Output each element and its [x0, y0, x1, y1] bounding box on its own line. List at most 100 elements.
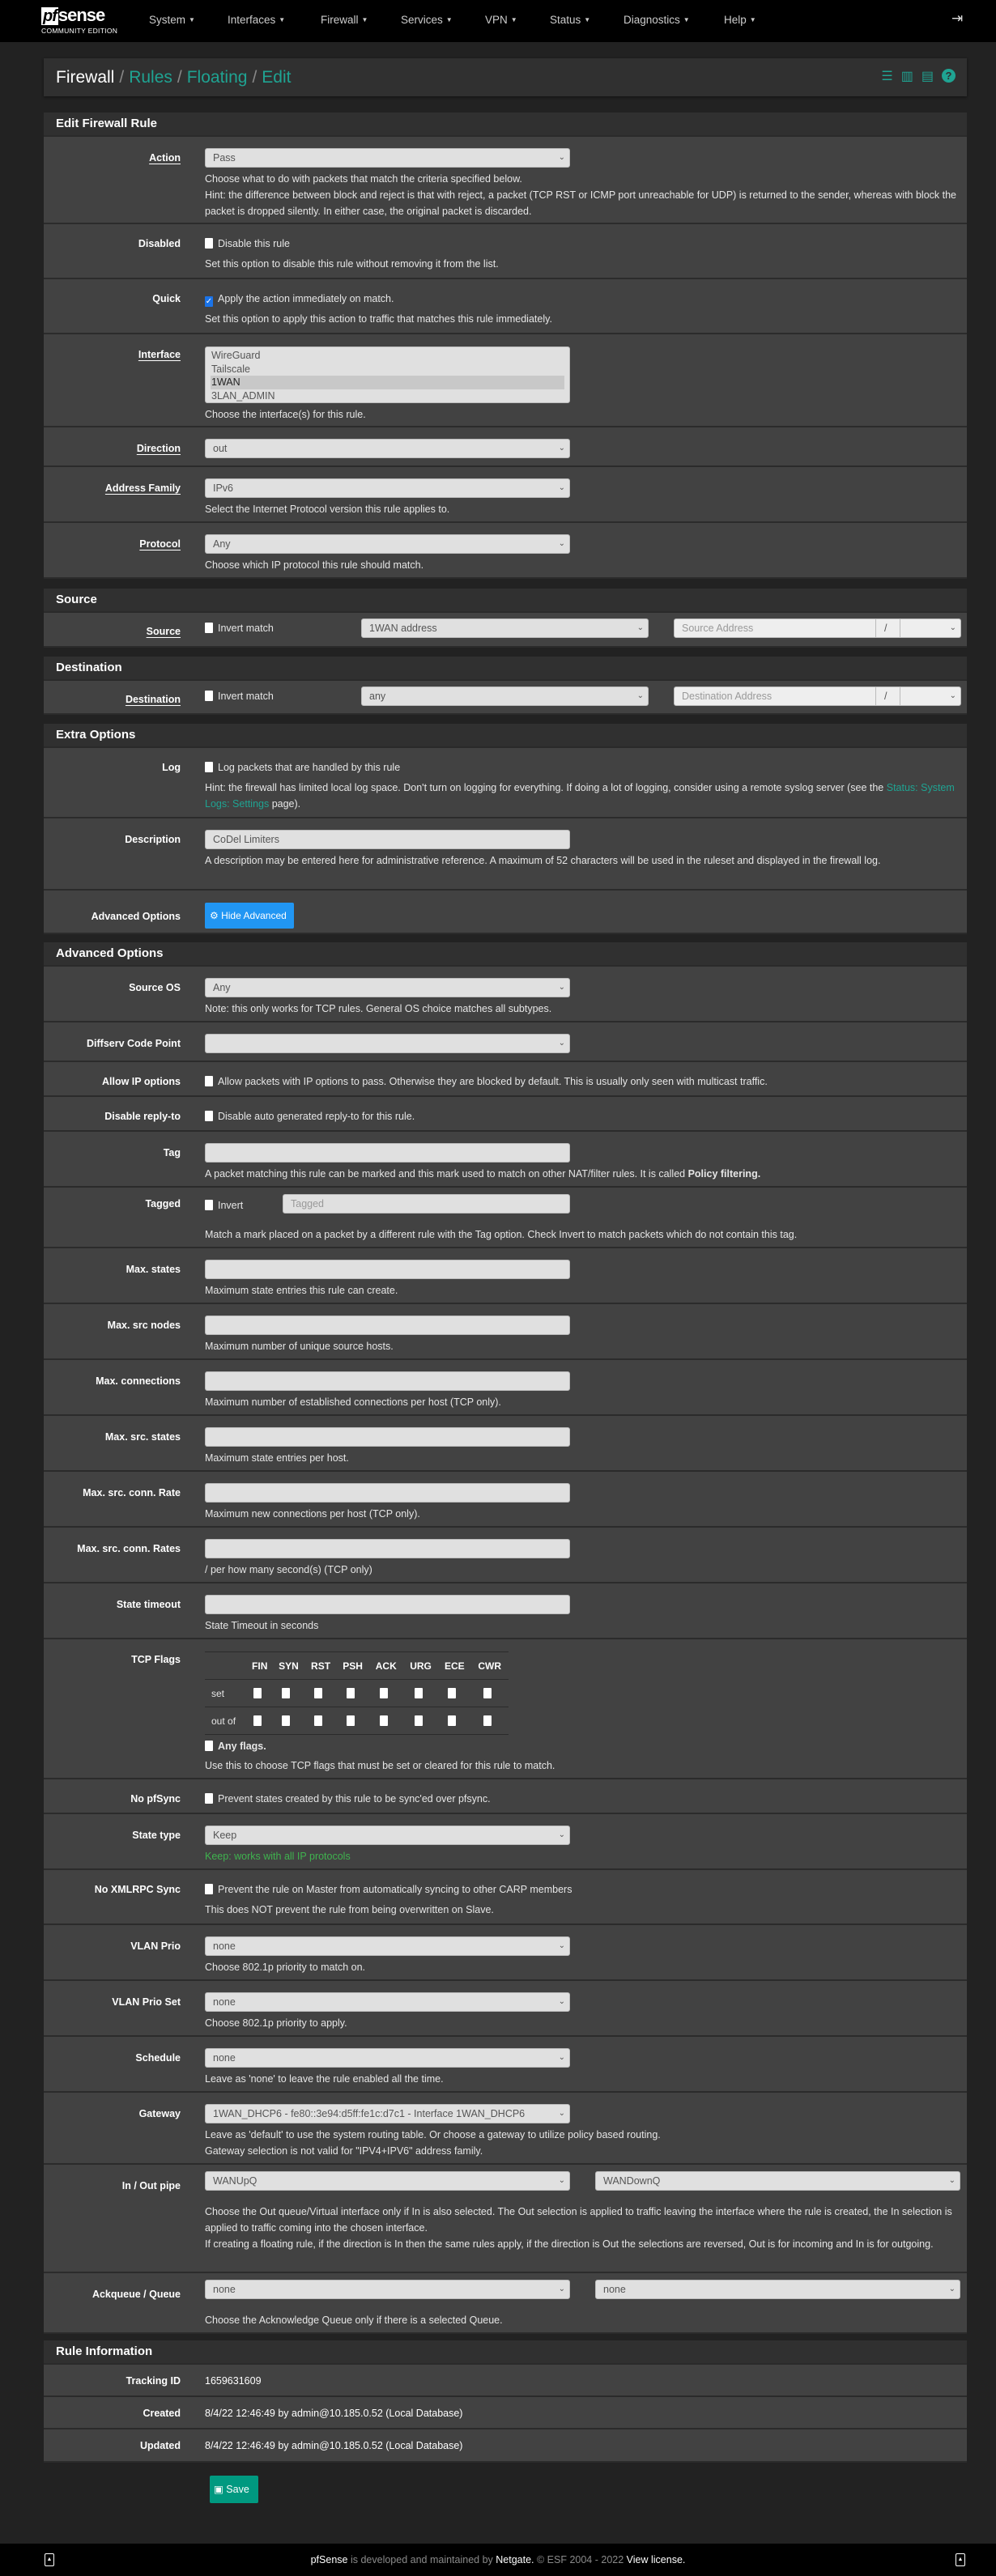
no-xmlrpc-sync-checkbox[interactable]	[205, 1884, 213, 1894]
disabled-checkbox[interactable]	[205, 238, 213, 249]
flag-syn-set-checkbox[interactable]	[282, 1687, 291, 1698]
nav-interfaces[interactable]: Interfaces ▼	[228, 12, 285, 28]
checkbox-line[interactable]: Prevent the rule on Master from automati…	[205, 1881, 960, 1898]
breadcrumb-edit[interactable]: Edit	[262, 68, 291, 87]
nav-vpn[interactable]: VPN ▼	[485, 12, 517, 28]
tag-input[interactable]	[205, 1143, 570, 1163]
any-flags-checkbox[interactable]	[205, 1741, 213, 1751]
direction-select[interactable]: out ⌄	[205, 439, 570, 458]
flag-ece-set-checkbox[interactable]	[448, 1687, 457, 1698]
hide-advanced-button[interactable]: ⚙ Hide Advanced	[205, 903, 294, 929]
pfsense-logo[interactable]: pfsense COMMUNITY EDITION	[41, 5, 126, 37]
nav-services[interactable]: Services ▼	[401, 12, 453, 28]
label-destination[interactable]: Destination	[44, 691, 181, 708]
checkbox-line[interactable]: Log packets that are handled by this rul…	[205, 759, 960, 776]
label-protocol[interactable]: Protocol	[44, 536, 181, 552]
allow-ip-options-checkbox[interactable]	[205, 1076, 213, 1086]
checkbox-line[interactable]: Disable auto generated reply-to for this…	[205, 1108, 960, 1124]
invert-match[interactable]: Invert match	[205, 620, 274, 636]
sliders-icon[interactable]: ☰	[881, 69, 892, 85]
disable-reply-to-checkbox[interactable]	[205, 1111, 213, 1121]
bar-chart-icon[interactable]: ▥	[901, 69, 913, 85]
source-type-select[interactable]: 1WAN address ⌄	[361, 618, 649, 638]
save-button[interactable]: ▣ Save	[210, 2476, 258, 2503]
invert-match-checkbox[interactable]	[205, 691, 213, 701]
max-connections-input[interactable]	[205, 1371, 570, 1391]
label-address-family[interactable]: Address Family	[44, 480, 181, 496]
checkbox-line[interactable]: Allow packets with IP options to pass. O…	[205, 1073, 960, 1090]
nav-firewall[interactable]: Firewall ▼	[321, 12, 368, 28]
checkbox-line[interactable]: ✓ Apply the action immediately on match.	[205, 291, 960, 307]
address-family-select[interactable]: IPv6 ⌄	[205, 478, 570, 498]
in-out-pipe-first-select[interactable]: WANUpQ ⌄	[205, 2171, 570, 2191]
no-pfsync-checkbox[interactable]	[205, 1793, 213, 1804]
flag-rst-set-checkbox[interactable]	[314, 1687, 323, 1698]
max-src-conn-rates-input[interactable]	[205, 1539, 570, 1558]
log-checkbox[interactable]	[205, 762, 213, 772]
flag-ack-out-of-checkbox[interactable]	[379, 1715, 388, 1726]
breadcrumb-rules[interactable]: Rules	[129, 68, 172, 87]
action-select[interactable]: Pass ⌄	[205, 148, 570, 168]
tagged-invert-checkbox[interactable]	[205, 1200, 213, 1210]
max-src-states-input[interactable]	[205, 1427, 570, 1447]
scroll-top-icon[interactable]: ▲	[956, 2553, 965, 2566]
ackqueue-queue-first-select[interactable]: none ⌄	[205, 2280, 570, 2299]
sign-out-icon[interactable]: ⇥	[951, 11, 963, 27]
description-input[interactable]: CoDel Limiters	[205, 830, 570, 849]
source-address-input[interactable]: Source Address	[674, 618, 876, 638]
flag-psh-set-checkbox[interactable]	[346, 1687, 355, 1698]
gateway-select[interactable]: 1WAN_DHCP6 - fe80::3e94:d5ff:fe1c:d7c1 -…	[205, 2104, 570, 2123]
label-interface[interactable]: Interface	[44, 346, 181, 363]
checkbox-line[interactable]: Disable this rule	[205, 236, 960, 252]
max-states-input[interactable]	[205, 1260, 570, 1279]
interface-option[interactable]: 3LAN_ADMIN	[211, 389, 564, 403]
state-timeout-input[interactable]	[205, 1595, 570, 1614]
nav-help[interactable]: Help ▼	[724, 12, 756, 28]
destination-mask-select[interactable]: ⌄	[900, 687, 961, 706]
flag-syn-out-of-checkbox[interactable]	[282, 1715, 291, 1726]
max-src-conn-rate-input[interactable]	[205, 1483, 570, 1503]
diffserv-code-point-select[interactable]: ⌄	[205, 1034, 570, 1053]
flag-fin-set-checkbox[interactable]	[253, 1687, 262, 1698]
label-action[interactable]: Action	[44, 150, 181, 166]
flag-psh-out-of-checkbox[interactable]	[346, 1715, 355, 1726]
tagged-input[interactable]: Tagged	[283, 1194, 570, 1214]
quick-checkbox[interactable]: ✓	[205, 296, 213, 307]
flag-urg-out-of-checkbox[interactable]	[414, 1715, 423, 1726]
footer-netgate-link[interactable]: Netgate.	[496, 2554, 534, 2565]
in-out-pipe-second-select[interactable]: WANDownQ ⌄	[595, 2171, 960, 2191]
vlan-prio-set-select[interactable]: none ⌄	[205, 1992, 570, 2012]
flag-ack-set-checkbox[interactable]	[379, 1687, 388, 1698]
tagged-invert[interactable]: Invert	[205, 1197, 243, 1214]
nav-diagnostics[interactable]: Diagnostics ▼	[624, 12, 690, 28]
flag-ece-out-of-checkbox[interactable]	[448, 1715, 457, 1726]
destination-type-select[interactable]: any ⌄	[361, 687, 649, 706]
destination-address-input[interactable]: Destination Address	[674, 687, 876, 706]
protocol-select[interactable]: Any ⌄	[205, 534, 570, 554]
label-direction[interactable]: Direction	[44, 440, 181, 457]
checkbox-line[interactable]: Prevent states created by this rule to b…	[205, 1791, 960, 1807]
flag-cwr-out-of-checkbox[interactable]	[483, 1715, 492, 1726]
flag-cwr-set-checkbox[interactable]	[483, 1687, 492, 1698]
interface-option[interactable]: 1WAN	[211, 376, 564, 389]
any-flags[interactable]: Any flags.	[205, 1738, 960, 1754]
label-source[interactable]: Source	[44, 623, 181, 640]
help-icon[interactable]: ?	[942, 69, 956, 83]
nav-status[interactable]: Status ▼	[550, 12, 590, 28]
breadcrumb-floating[interactable]: Floating	[187, 68, 248, 87]
flag-urg-set-checkbox[interactable]	[414, 1687, 423, 1698]
nav-system[interactable]: System ▼	[149, 12, 195, 28]
interface-multiselect[interactable]: WireGuard Tailscale 1WAN 3LAN_ADMIN	[205, 346, 570, 403]
flag-fin-out-of-checkbox[interactable]	[253, 1715, 262, 1726]
state-type-select[interactable]: Keep ⌄	[205, 1826, 570, 1845]
footer-brand[interactable]: pfSense	[311, 2554, 348, 2565]
footer-license-link[interactable]: View license.	[627, 2554, 686, 2565]
invert-match[interactable]: Invert match	[205, 688, 274, 704]
vlan-prio-select[interactable]: none ⌄	[205, 1936, 570, 1956]
flag-rst-out-of-checkbox[interactable]	[314, 1715, 323, 1726]
invert-match-checkbox[interactable]	[205, 623, 213, 633]
scroll-top-icon[interactable]: ▲	[45, 2553, 54, 2566]
ackqueue-queue-second-select[interactable]: none ⌄	[595, 2280, 960, 2299]
list-icon[interactable]: ▤	[922, 69, 934, 85]
interface-option[interactable]: Tailscale	[211, 363, 564, 376]
